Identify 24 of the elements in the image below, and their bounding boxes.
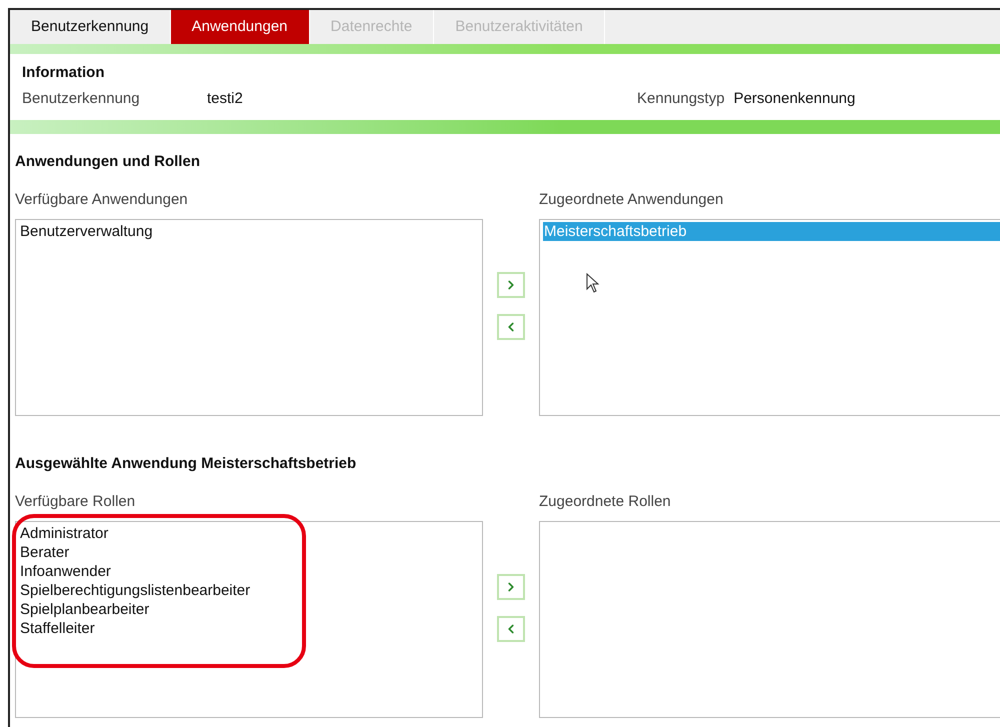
list-item[interactable]: Staffelleiter: [19, 619, 479, 638]
list-item[interactable]: Spielberechtigungslistenbearbeiter: [19, 581, 479, 600]
list-item[interactable]: Benutzerverwaltung: [19, 222, 479, 241]
field-value: testi2: [207, 88, 244, 108]
list-item[interactable]: Spielplanbearbeiter: [19, 600, 479, 619]
field-label: Benutzerkennung: [22, 88, 141, 108]
field-value: Personenkennung: [734, 88, 856, 108]
field-label: Kennungstyp: [637, 88, 725, 108]
section-title: Anwendungen und Rollen: [15, 152, 201, 172]
move-button[interactable]: [497, 272, 525, 298]
list-item[interactable]: Administrator: [19, 524, 479, 543]
list-label: Verfügbare Anwendungen: [15, 190, 189, 210]
list-label: Zugeordnete Rollen: [539, 492, 672, 512]
list-item[interactable]: Infoanwender: [19, 562, 479, 581]
move-button[interactable]: [497, 314, 525, 340]
move-button[interactable]: [497, 616, 525, 642]
section-title: Information: [22, 63, 106, 83]
list-label: Zugeordnete Anwendungen: [539, 190, 724, 210]
list-label: Verfügbare Rollen: [15, 492, 136, 512]
section-title: Ausgewählte Anwendung Meisterschaftsbetrieb: [15, 454, 358, 474]
list-box[interactable]: Benutzerverwaltung: [15, 219, 483, 416]
move-button[interactable]: [497, 574, 525, 600]
tab[interactable]: Anwendungen: [170, 10, 310, 44]
list-item[interactable]: Berater: [19, 543, 479, 562]
